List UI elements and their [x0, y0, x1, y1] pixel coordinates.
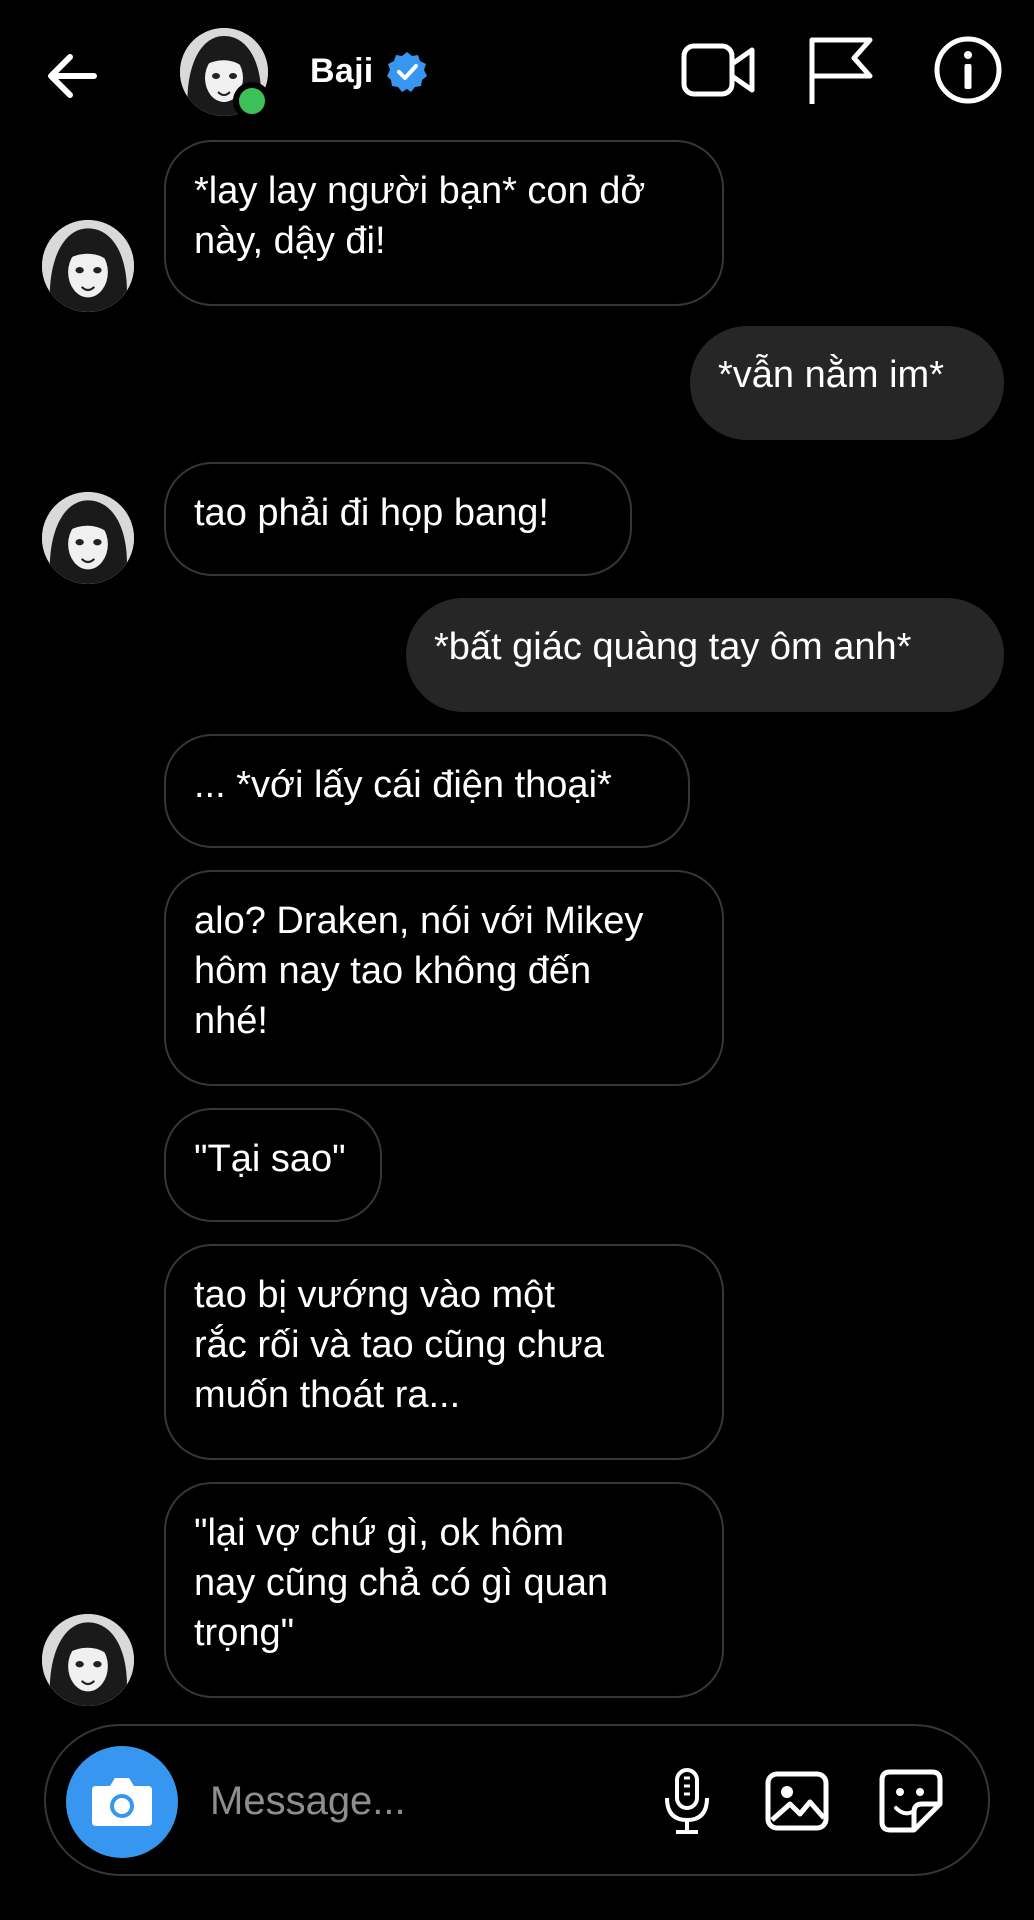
flag-icon[interactable]: [800, 32, 876, 108]
avatar[interactable]: [42, 220, 134, 312]
back-arrow-icon[interactable]: [40, 44, 104, 108]
message-bubble-incoming[interactable]: "Tại sao": [164, 1108, 382, 1222]
microphone-icon[interactable]: [652, 1766, 722, 1836]
sticker-icon[interactable]: [876, 1766, 946, 1836]
message-bubble-incoming[interactable]: ... *với lấy cái điện thoại*: [164, 734, 690, 848]
contact-name[interactable]: Baji: [310, 52, 374, 91]
avatar[interactable]: [42, 492, 134, 584]
chat-header: Baji: [0, 0, 1034, 140]
message-input[interactable]: [208, 1772, 612, 1830]
message-composer: [44, 1724, 990, 1876]
message-bubble-outgoing[interactable]: *vẫn nằm im*: [690, 326, 1004, 440]
message-bubble-incoming[interactable]: tao bị vướng vào một rắc rối và tao cũng…: [164, 1244, 724, 1460]
online-status-indicator: [233, 82, 271, 120]
message-bubble-incoming[interactable]: tao phải đi họp bang!: [164, 462, 632, 576]
avatar[interactable]: [42, 1614, 134, 1706]
video-call-icon[interactable]: [680, 32, 756, 108]
info-icon[interactable]: [930, 32, 1006, 108]
camera-button[interactable]: [66, 1746, 178, 1858]
camera-icon: [92, 1778, 152, 1826]
message-bubble-incoming[interactable]: "lại vợ chứ gì, ok hôm nay cũng chả có g…: [164, 1482, 724, 1698]
message-bubble-outgoing[interactable]: *bất giác quàng tay ôm anh*: [406, 598, 1004, 712]
message-bubble-incoming[interactable]: alo? Draken, nói với Mikey hôm nay tao k…: [164, 870, 724, 1086]
gallery-icon[interactable]: [762, 1766, 832, 1836]
verified-badge-icon: [387, 52, 427, 92]
message-bubble-incoming[interactable]: *lay lay người bạn* con dở này, dậy đi!: [164, 140, 724, 306]
